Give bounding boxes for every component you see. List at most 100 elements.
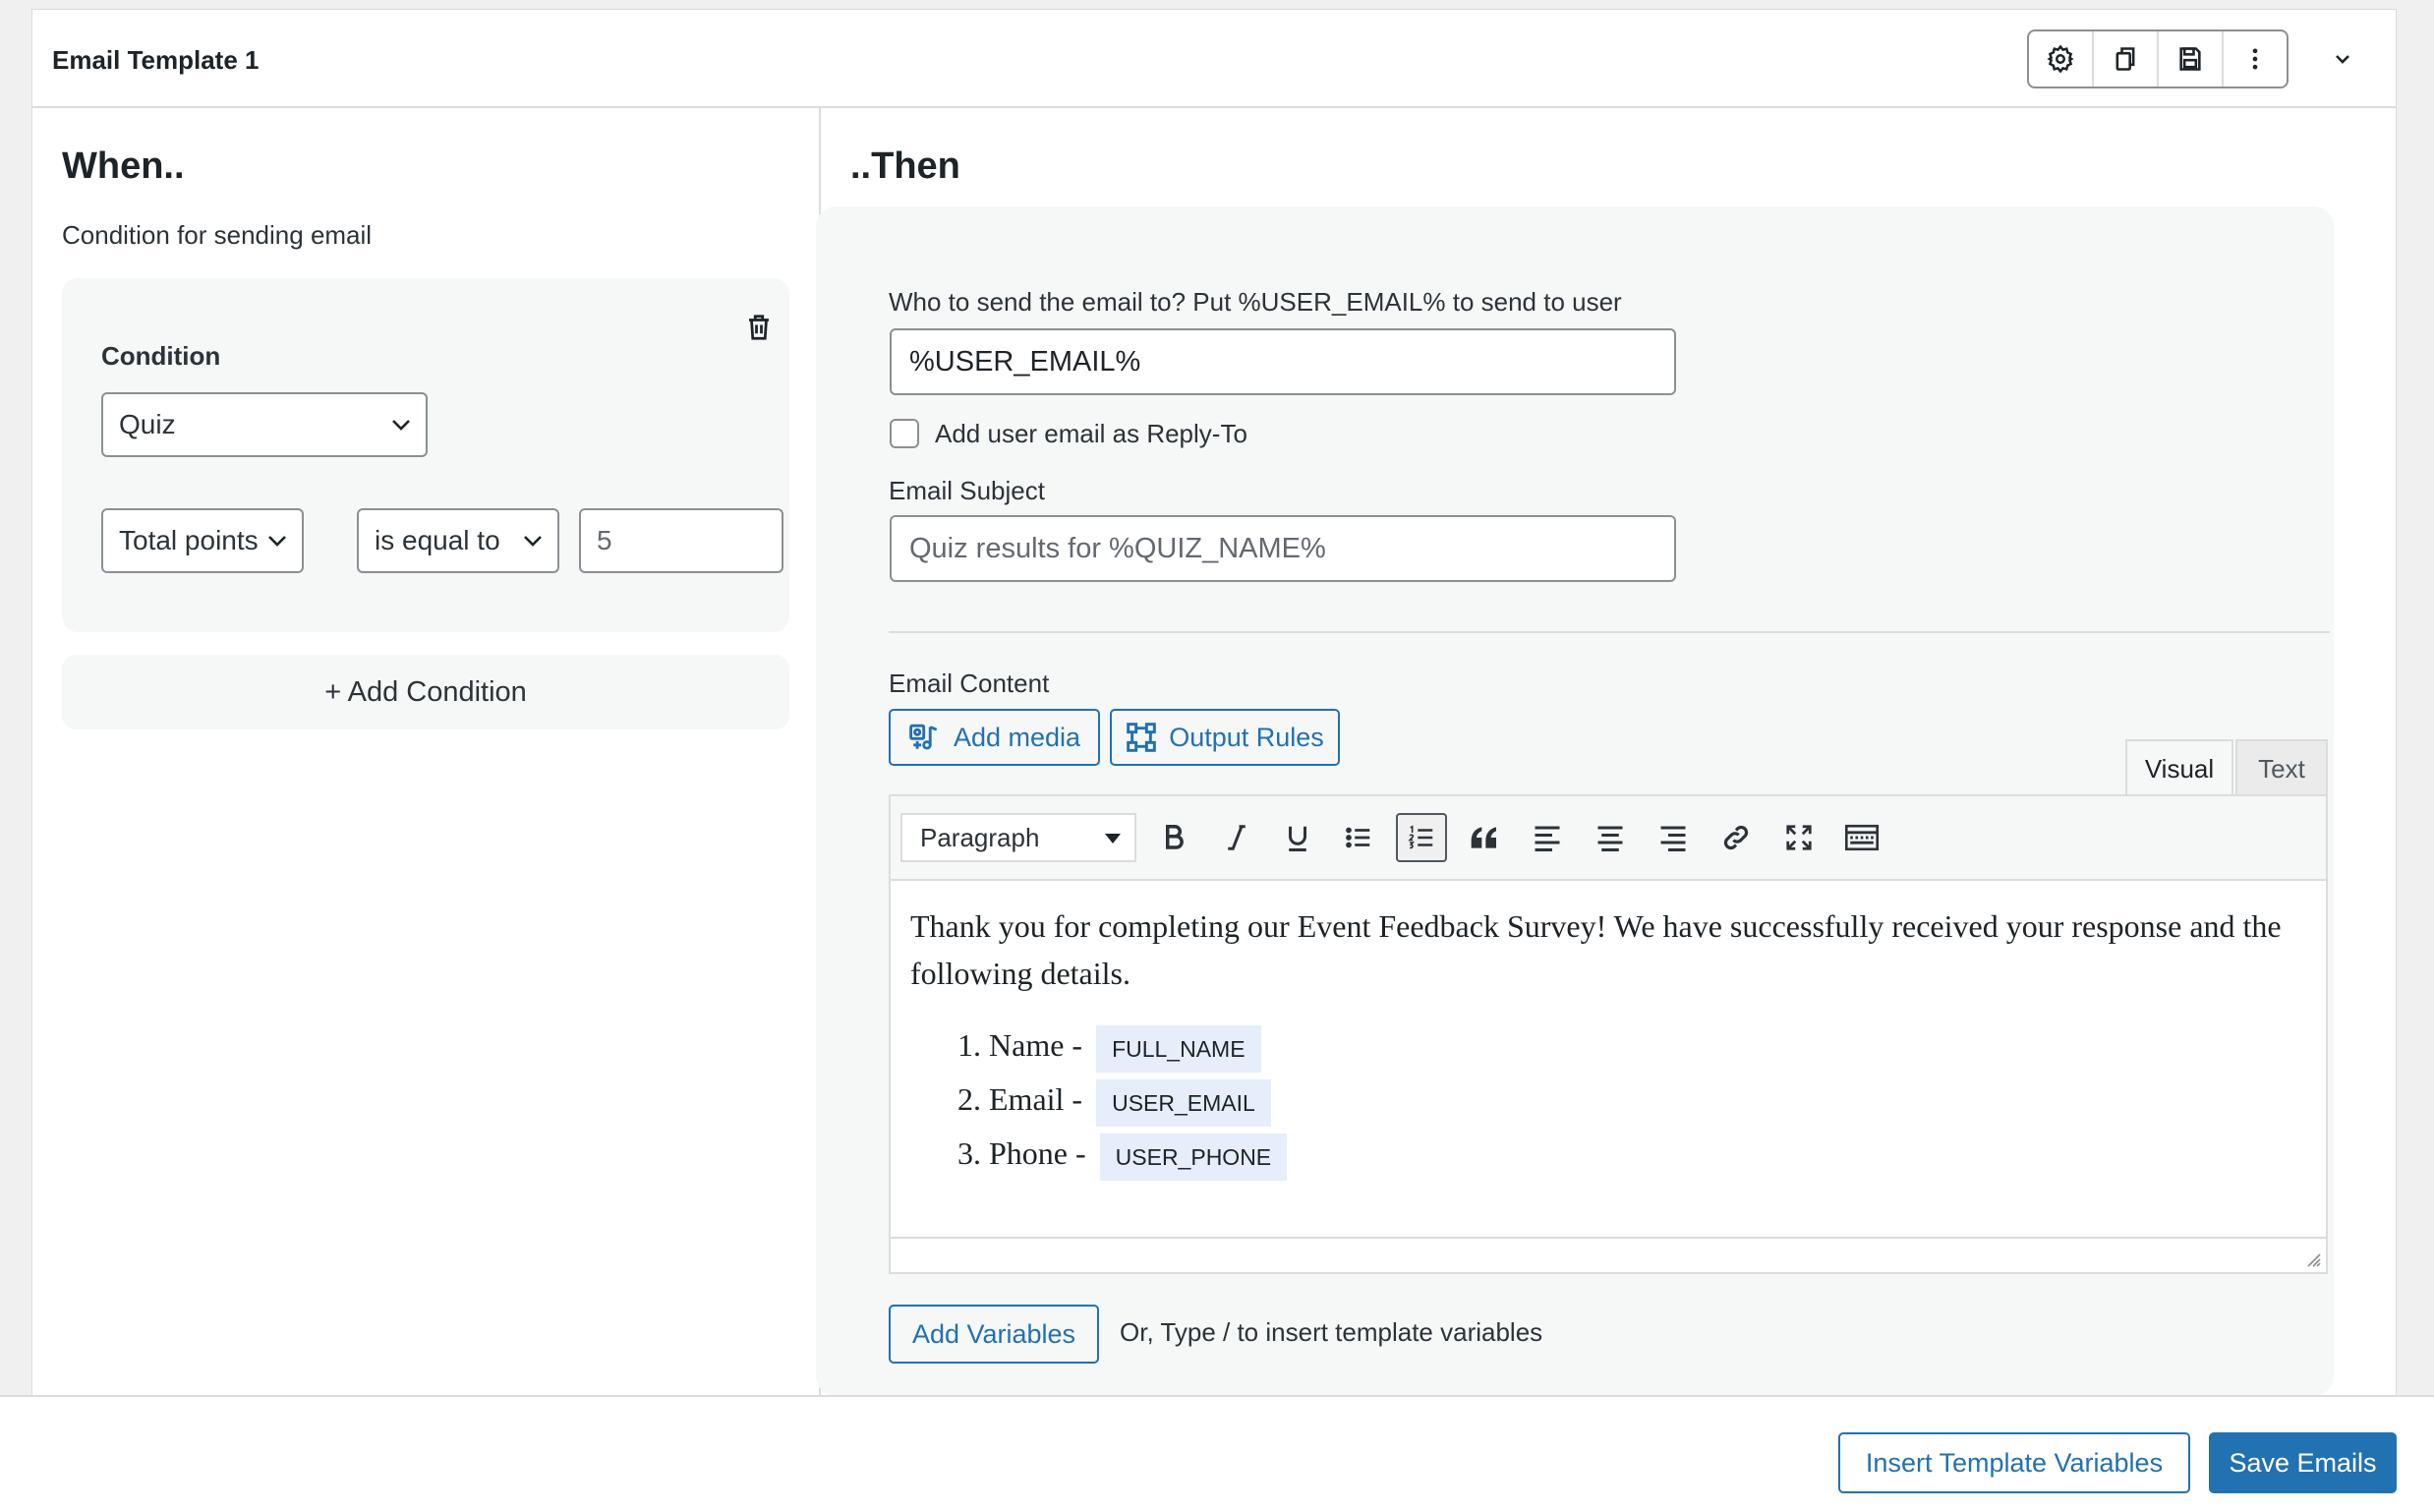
collapse-button[interactable] [2321, 39, 2364, 79]
bullet-list-button[interactable] [1333, 813, 1384, 862]
underline-icon [1289, 826, 1306, 851]
list-item: Email - USER_EMAIL [989, 1073, 2306, 1127]
condition-source-value: Quiz [119, 409, 176, 439]
fullscreen-button[interactable] [1773, 813, 1825, 862]
add-variables-button[interactable]: Add Variables [889, 1305, 1099, 1364]
variables-hint: Or, Type / to insert template variables [1120, 1317, 1543, 1347]
variable-chip[interactable]: USER_PHONE [1099, 1133, 1288, 1181]
add-condition-button[interactable]: + Add Condition [62, 655, 789, 729]
tab-visual[interactable]: Visual [2125, 739, 2233, 796]
add-media-button[interactable]: Add media [889, 709, 1100, 766]
delete-condition-button[interactable] [744, 312, 774, 348]
condition-value-input[interactable]: 5 [579, 508, 783, 573]
content-label: Email Content [889, 669, 1050, 698]
recipient-value: %USER_EMAIL% [909, 345, 1141, 378]
tab-text[interactable]: Text [2235, 739, 2328, 796]
more-options-button[interactable] [2224, 31, 2287, 87]
then-heading: ..Then [850, 145, 960, 187]
gear-icon [2047, 44, 2074, 74]
subject-placeholder: Quiz results for %QUIZ_NAME% [909, 532, 1326, 564]
quote-icon [1471, 827, 1496, 848]
align-left-button[interactable] [1522, 813, 1573, 862]
toolbar-toggle-button[interactable] [1836, 813, 1887, 862]
condition-box: Condition Quiz Total points is equal to … [62, 278, 789, 632]
bold-icon [1166, 825, 1184, 849]
settings-button[interactable] [2029, 31, 2094, 87]
list-item-label: Name - [989, 1027, 1083, 1063]
list-item-label: Email - [989, 1081, 1083, 1117]
subject-input[interactable]: Quiz results for %QUIZ_NAME% [890, 515, 1676, 582]
italic-button[interactable] [1211, 813, 1262, 862]
list-item-label: Phone - [989, 1135, 1086, 1171]
save-template-button[interactable] [2159, 31, 2224, 87]
output-rules-icon [1127, 723, 1157, 752]
editor-statusbar [891, 1237, 2326, 1272]
list-item: Phone - USER_PHONE [989, 1127, 2306, 1181]
list-item: Name - FULL_NAME [989, 1018, 2306, 1073]
condition-field-select[interactable]: Total points [101, 508, 304, 573]
recipient-input[interactable]: %USER_EMAIL% [890, 328, 1676, 395]
triangle-down-icon [1105, 834, 1121, 843]
when-heading: When.. [62, 145, 185, 187]
panel-header: Email Template 1 [32, 10, 2396, 108]
condition-operator-select[interactable]: is equal to [357, 508, 559, 573]
condition-source-select[interactable]: Quiz [101, 392, 428, 457]
keyboard-icon [1845, 824, 1879, 851]
header-actions [2027, 29, 2289, 88]
duplicate-button[interactable] [2094, 31, 2159, 87]
condition-value: 5 [597, 525, 612, 555]
condition-field-value: Total points [119, 525, 259, 555]
save-emails-label: Save Emails [2229, 1447, 2377, 1478]
insert-template-variables-label: Insert Template Variables [1865, 1447, 2164, 1478]
save-emails-button[interactable]: Save Emails [2209, 1432, 2397, 1493]
variable-chip[interactable]: USER_EMAIL [1096, 1078, 1271, 1127]
align-right-button[interactable] [1648, 813, 1699, 862]
output-rules-button[interactable]: Output Rules [1110, 709, 1340, 766]
align-center-icon [1597, 826, 1623, 851]
underline-button[interactable] [1272, 813, 1323, 862]
add-media-icon [909, 724, 938, 750]
condition-operator-value: is equal to [375, 525, 500, 555]
add-media-label: Add media [953, 722, 1081, 752]
resize-handle-icon[interactable] [2302, 1249, 2322, 1268]
bold-button[interactable] [1148, 813, 1199, 862]
when-subtitle: Condition for sending email [62, 220, 373, 250]
variable-chip[interactable]: FULL_NAME [1096, 1024, 1261, 1073]
insert-link-button[interactable] [1710, 813, 1762, 862]
trash-icon [749, 315, 769, 340]
chevron-down-icon [268, 536, 286, 547]
save-icon [2179, 47, 2201, 71]
footer-bar: Insert Template Variables Save Emails [0, 1395, 2434, 1512]
panel-title: Email Template 1 [52, 45, 260, 75]
reply-to-label: Add user email as Reply-To [935, 419, 1247, 448]
insert-template-variables-button[interactable]: Insert Template Variables [1838, 1432, 2190, 1493]
align-right-icon [1660, 826, 1686, 851]
editor-toolbar: Paragraph [891, 796, 2326, 881]
numbered-list-icon [1408, 825, 1433, 849]
numbered-list-button[interactable] [1396, 813, 1447, 862]
italic-icon [1228, 825, 1246, 850]
bullet-list-icon [1346, 827, 1370, 848]
link-icon [1723, 825, 1749, 850]
align-center-button[interactable] [1585, 813, 1636, 862]
fullscreen-icon [1786, 825, 1812, 850]
reply-to-checkbox[interactable] [890, 419, 919, 448]
editor-list: Name - FULL_NAME Email - USER_EMAIL Phone … [910, 1018, 2306, 1181]
add-variables-label: Add Variables [911, 1318, 1076, 1349]
duplicate-icon [2115, 47, 2135, 71]
align-left-icon [1535, 826, 1560, 851]
chevron-down-icon [2336, 55, 2349, 64]
chevron-down-icon [524, 536, 542, 547]
section-divider [889, 631, 2330, 633]
condition-label: Condition [101, 341, 221, 371]
recipient-label: Who to send the email to? Put %USER_EMAI… [889, 287, 1622, 317]
blockquote-button[interactable] [1459, 813, 1510, 862]
format-value: Paragraph [920, 822, 1040, 852]
chevron-down-icon [392, 420, 410, 431]
editor-content: Thank you for completing our Event Feedb… [910, 902, 2306, 1181]
editor-paragraph: Thank you for completing our Event Feedb… [910, 908, 2282, 991]
email-content-editor[interactable]: Paragraph Thank you for completing our E… [889, 794, 2328, 1274]
output-rules-label: Output Rules [1169, 722, 1324, 752]
kebab-icon [2252, 48, 2258, 70]
format-select[interactable]: Paragraph [900, 813, 1136, 862]
